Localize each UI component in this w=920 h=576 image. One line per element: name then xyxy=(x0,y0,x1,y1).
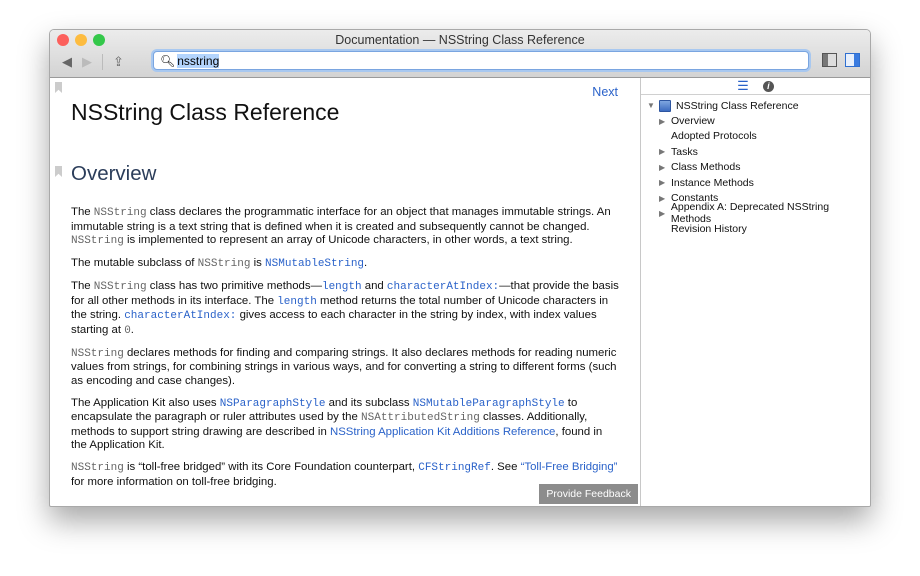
text: The xyxy=(71,280,94,292)
doc-link[interactable]: characterAtIndex: xyxy=(124,310,236,322)
text: declares methods for finding and compari… xyxy=(71,346,617,387)
paragraph: The Application Kit also uses NSParagrap… xyxy=(71,397,619,453)
text: class has two primitive methods— xyxy=(146,280,322,292)
share-icon[interactable]: ⇪ xyxy=(113,54,124,70)
text: and its subclass xyxy=(325,396,413,409)
text: is “toll-free bridged” with its Core Fou… xyxy=(123,461,419,473)
toggle-left-pane-icon[interactable] xyxy=(822,53,837,67)
doc-link[interactable]: length xyxy=(322,281,362,293)
disclosure-right-icon[interactable]: ▶ xyxy=(659,209,671,218)
doc-link[interactable]: characterAtIndex: xyxy=(387,281,499,293)
page-title: NSString Class Reference xyxy=(71,99,340,125)
toc-item[interactable]: ▶ Instance Methods xyxy=(641,175,870,190)
toc-tree: ▼ NSString Class Reference ▶ Overview Adop… xyxy=(641,95,870,237)
disclosure-right-icon[interactable]: ▶ xyxy=(659,178,671,187)
toc-item-label: Adopted Protocols xyxy=(671,130,757,143)
doc-link[interactable]: NSParagraphStyle xyxy=(220,398,326,410)
code-term: NSString xyxy=(71,462,124,474)
text: The Application Kit also uses xyxy=(71,396,220,409)
text: is xyxy=(250,257,266,269)
code-term: NSString xyxy=(71,235,124,247)
toc-sidebar: ☰ i ▼ NSString Class Reference ▶ Overview… xyxy=(640,78,870,506)
search-input[interactable]: 🔍︎ nsstring xyxy=(153,51,809,70)
book-icon xyxy=(659,99,671,112)
forward-icon[interactable]: ▶ xyxy=(82,54,92,70)
toc-item-label: Tasks xyxy=(671,145,698,158)
disclosure-down-icon[interactable]: ▼ xyxy=(647,101,659,110)
window-title: Documentation — NSString Class Reference xyxy=(335,33,585,47)
disclosure-right-icon[interactable]: ▶ xyxy=(659,117,671,126)
code-term: 0 xyxy=(124,324,131,337)
doc-link[interactable]: length xyxy=(277,296,317,308)
content-pane: Next NSString Class Reference Overview T… xyxy=(50,78,640,506)
next-link[interactable]: Next xyxy=(592,85,618,99)
doc-link[interactable]: CFStringRef xyxy=(418,462,491,474)
toc-item-label: Class Methods xyxy=(671,161,741,174)
toggle-right-pane-icon[interactable] xyxy=(845,53,860,67)
divider xyxy=(102,54,103,70)
overview-body: The NSString class declares the programm… xyxy=(71,206,619,498)
toc-item-label: Instance Methods xyxy=(671,176,754,189)
text: The xyxy=(71,206,94,218)
toc-item-label: Revision History xyxy=(671,222,747,235)
text: The mutable subclass of xyxy=(71,257,198,269)
paragraph: The NSString class has two primitive met… xyxy=(71,280,619,338)
doc-link[interactable]: “Toll-Free Bridging” xyxy=(521,461,618,473)
text: for more information on toll-free bridgi… xyxy=(71,475,277,488)
section-heading: Overview xyxy=(71,162,157,185)
text: . See xyxy=(490,461,521,473)
paragraph: NSString is “toll-free bridged” with its… xyxy=(71,461,619,489)
info-icon[interactable]: i xyxy=(762,80,774,92)
back-icon[interactable]: ◀ xyxy=(62,54,72,70)
toc-root-label: NSString Class Reference xyxy=(676,99,799,112)
toc-item[interactable]: ▶ Tasks xyxy=(641,144,870,159)
text: and xyxy=(361,280,387,292)
toc-item[interactable]: ▶ Appendix A: Deprecated NSString Methods xyxy=(641,201,870,225)
text: class declares the programmatic interfac… xyxy=(71,206,611,233)
text: is implemented to represent an array of … xyxy=(123,234,573,246)
code-term: NSString xyxy=(93,207,147,219)
paragraph: The NSString class declares the programm… xyxy=(71,206,619,249)
provide-feedback-button[interactable]: Provide Feedback xyxy=(539,484,638,504)
paragraph: The mutable subclass of NSString is NSMu… xyxy=(71,257,619,272)
code-term: NSString xyxy=(93,281,147,293)
paragraph: NSString declares methods for finding an… xyxy=(71,347,619,389)
list-icon[interactable]: ☰ xyxy=(737,78,749,94)
bookmark-icon[interactable] xyxy=(55,82,62,93)
code-term: NSAttributedString xyxy=(361,412,480,424)
toc-item[interactable]: ▶ Class Methods xyxy=(641,160,870,175)
titlebar-toolbar: Documentation — NSString Class Reference… xyxy=(50,30,870,78)
disclosure-right-icon[interactable]: ▶ xyxy=(659,194,671,203)
disclosure-right-icon[interactable]: ▶ xyxy=(659,163,671,172)
doc-link[interactable]: NSMutableParagraphStyle xyxy=(413,398,565,410)
disclosure-right-icon[interactable]: ▶ xyxy=(659,147,671,156)
bookmark-icon[interactable] xyxy=(55,166,62,177)
toc-item[interactable]: Adopted Protocols xyxy=(641,129,870,144)
code-term: NSString xyxy=(197,258,251,270)
toc-item-label: Overview xyxy=(671,115,715,128)
text: . xyxy=(130,323,134,336)
toc-item[interactable]: ▶ Overview xyxy=(641,113,870,128)
code-term: NSString xyxy=(71,347,124,360)
window: Documentation — NSString Class Reference… xyxy=(49,29,871,507)
magnifier-icon: 🔍︎ xyxy=(160,53,176,68)
search-value[interactable]: nsstring xyxy=(177,53,220,68)
doc-link[interactable]: NSString Application Kit Additions Refer… xyxy=(330,426,555,438)
text: . xyxy=(364,257,368,269)
doc-link[interactable]: NSMutableString xyxy=(265,258,364,270)
toc-root[interactable]: ▼ NSString Class Reference xyxy=(641,98,870,113)
